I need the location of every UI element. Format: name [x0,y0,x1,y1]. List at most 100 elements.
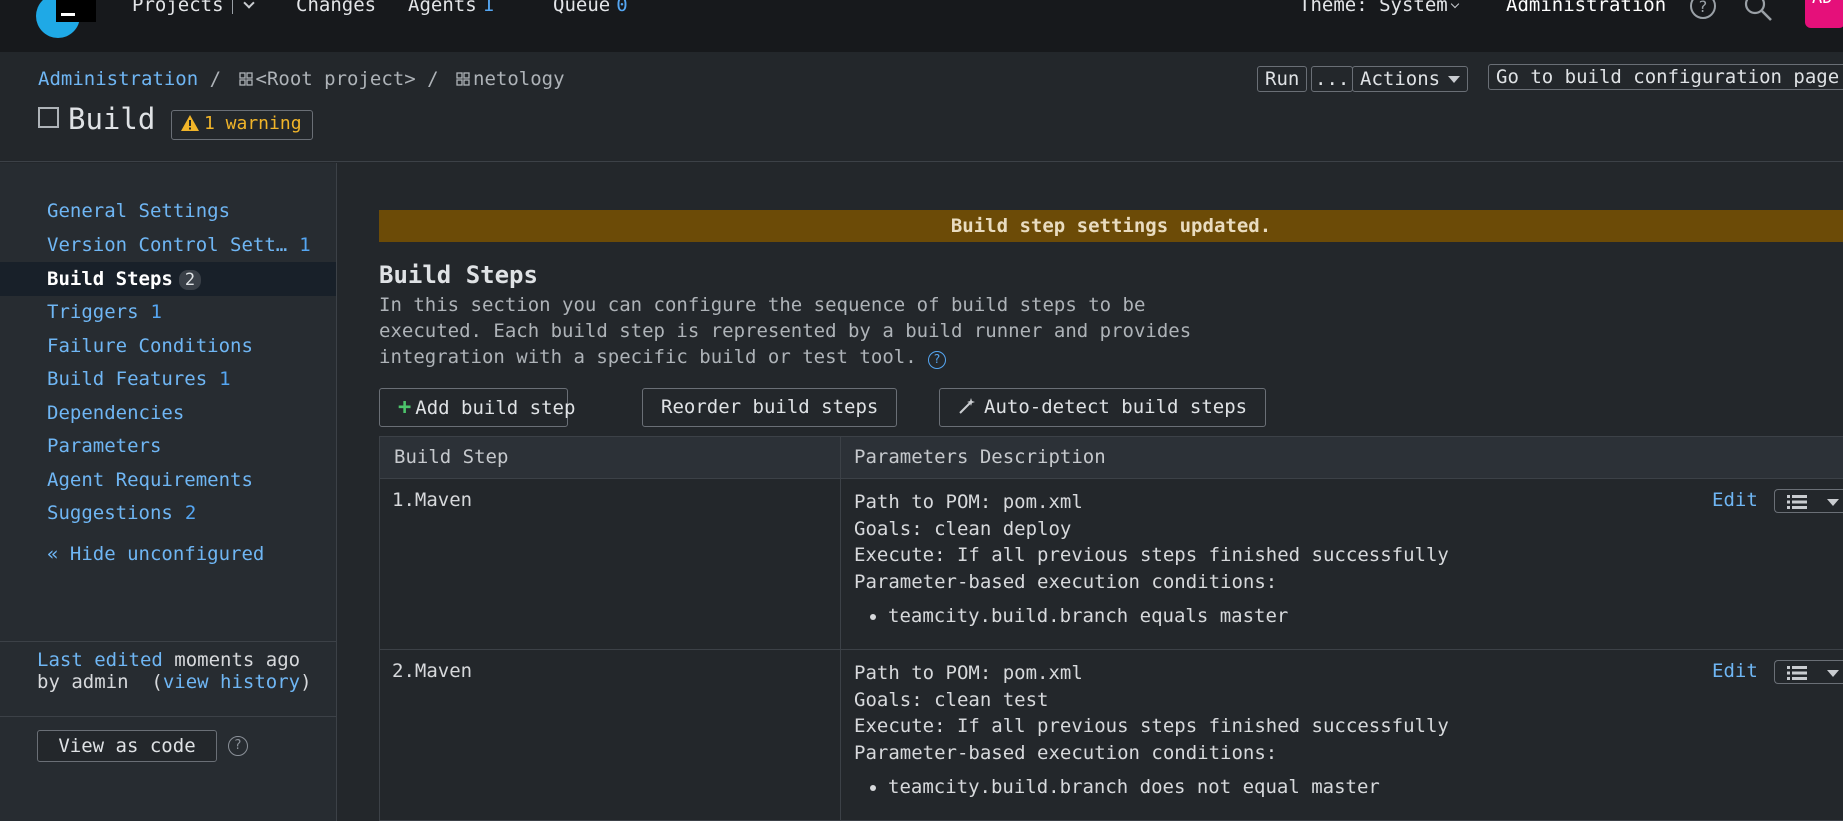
list-icon [1787,666,1807,680]
sidebar-item-failure-conditions[interactable]: Failure Conditions [0,329,336,363]
help-icon[interactable]: ? [228,736,248,756]
run-button[interactable]: Run [1257,66,1308,92]
nav-administration[interactable]: Administration [1506,0,1666,16]
sidebar-item-count: 1 [299,234,311,256]
page-header: Administration / <Root project> / netolo… [0,52,1843,162]
step-goals: Goals: clean deploy [854,517,1072,540]
run-label: Run [1265,68,1300,90]
auto-detect-label: Auto-detect build steps [984,396,1248,418]
list-icon [1787,495,1807,509]
step-actions-menu[interactable] [1774,660,1843,684]
sidebar-item-label: Build Steps [47,268,173,290]
sidebar-item-general-settings[interactable]: General Settings [0,194,336,228]
sidebar-item-count: 1 [219,368,231,390]
step-name: 1.Maven [392,489,472,511]
nav-projects[interactable]: Projects [132,0,255,16]
help-icon[interactable]: ? [1689,0,1717,25]
section-description-text: In this section you can configure the se… [379,294,1192,368]
sidebar-item-count: 2 [184,502,197,524]
step-conditions-label: Parameter-based execution conditions: [854,741,1278,764]
actions-dropdown[interactable]: Actions [1352,66,1469,92]
reorder-label: Reorder build steps [661,396,879,418]
nav-queue[interactable]: Queue 0 [553,0,628,16]
column-divider [840,650,841,820]
sidebar-item-triggers[interactable]: Triggers 1 [0,295,336,329]
svg-text:?: ? [1699,0,1708,16]
nav-changes[interactable]: Changes [296,0,376,16]
step-condition: teamcity.build.branch does not equal mas… [888,774,1449,801]
breadcrumb-administration[interactable]: Administration [38,68,198,90]
breadcrumb: Administration / <Root project> / netolo… [38,68,565,90]
step-pom: Path to POM: pom.xml [854,662,1083,684]
breadcrumb-netology[interactable]: netology [473,68,565,90]
help-icon[interactable]: ? [928,351,947,369]
sidebar-item-count: 1 [150,301,162,323]
reorder-build-steps-button[interactable]: Reorder build steps [642,388,898,427]
administration-label: Administration [1506,0,1667,16]
sidebar-item-build-steps[interactable]: Build Steps 2 [0,262,336,296]
sidebar-item-label: Parameters [47,435,162,457]
step-goals: Goals: clean test [854,688,1049,711]
sidebar-item-label: Failure Conditions [47,335,253,357]
plus-icon: + [398,395,412,420]
step-runner: Maven [414,489,473,511]
sidebar-item-parameters[interactable]: Parameters [0,429,336,463]
table-row[interactable]: 2.Maven Path to POM: pom.xml Goals: clea… [380,650,1843,821]
goto-label: Go to build configuration page [1496,66,1840,88]
nav-changes-label: Changes [296,0,377,16]
table-header: Build Step Parameters Description [380,437,1843,479]
sidebar-item-dependencies[interactable]: Dependencies [0,396,336,430]
hide-unconfigured-link[interactable]: « Hide unconfigured [47,543,264,565]
sidebar-item-build-features[interactable]: Build Features 1 [0,362,336,396]
column-divider [840,479,841,649]
view-history-link[interactable]: view history [163,671,300,693]
actions-label: Actions [1360,68,1441,90]
sidebar-divider [0,716,336,717]
sidebar-item-count: 2 [178,270,202,290]
user-avatar[interactable]: AD [1805,0,1843,28]
sidebar-item-suggestions[interactable]: Suggestions 2 [0,496,336,530]
warning-badge[interactable]: 1 warning [171,110,313,140]
step-conditions-label: Parameter-based execution conditions: [854,570,1278,593]
table-row[interactable]: 1.Maven Path to POM: pom.xml Goals: clea… [380,479,1843,650]
view-as-code-label: View as code [58,735,196,757]
last-edited-by: by admin [37,671,129,693]
edit-step-link[interactable]: Edit [1712,660,1758,682]
step-name: 2.Maven [392,660,472,682]
add-build-step-label: Add build step [415,397,576,419]
add-build-step-button[interactable]: + Add build step [379,388,575,427]
main-content: Build step settings updated. Build Steps… [338,163,1843,821]
nav-agents[interactable]: Agents 1 [408,0,494,16]
dropdown-arrow-icon [1448,76,1461,83]
step-pom: Path to POM: pom.xml [854,491,1083,513]
teamcity-logo[interactable]: TC [32,0,100,40]
sidebar-item-label: Dependencies [47,402,185,424]
go-to-build-configuration-button[interactable]: Go to build configuration page [1488,64,1843,90]
agents-count: 1 [482,0,495,16]
theme-label: Theme: System [1299,0,1448,16]
success-banner: Build step settings updated. [379,210,1843,242]
run-options-button[interactable]: ... [1311,66,1354,92]
sidebar-item-label: Build Features [47,368,208,390]
auto-detect-build-steps-button[interactable]: Auto-detect build steps [939,388,1267,427]
breadcrumb-root-project[interactable]: <Root project> [256,68,416,90]
theme-selector[interactable]: Theme: System [1299,0,1459,16]
nav-queue-label: Queue [553,0,611,16]
sidebar-item-label: Version Control Sett… [47,234,288,256]
search-icon[interactable] [1743,0,1773,27]
edit-step-link[interactable]: Edit [1712,489,1758,511]
chevron-down-icon [1450,0,1459,9]
step-actions-menu[interactable] [1774,489,1843,513]
page-title-text: Build [68,102,156,136]
view-as-code-button[interactable]: View as code [37,730,217,762]
top-navigation-bar: TC Projects Changes Agents 1 Queue 0 Theme… [0,0,1843,52]
svg-text:TC: TC [62,0,86,3]
sidebar-item-label: General Settings [47,200,231,222]
last-edited-link[interactable]: Last edited [37,649,163,671]
sidebar-item-version-control[interactable]: Version Control Sett… 1 [0,228,336,262]
sidebar-item-agent-requirements[interactable]: Agent Requirements [0,463,336,497]
run-options-label: ... [1315,68,1350,90]
warning-text: 1 warning [204,113,302,134]
last-edited-when: moments ago [174,649,301,671]
step-execute: Execute: If all previous steps finished … [854,715,1449,737]
